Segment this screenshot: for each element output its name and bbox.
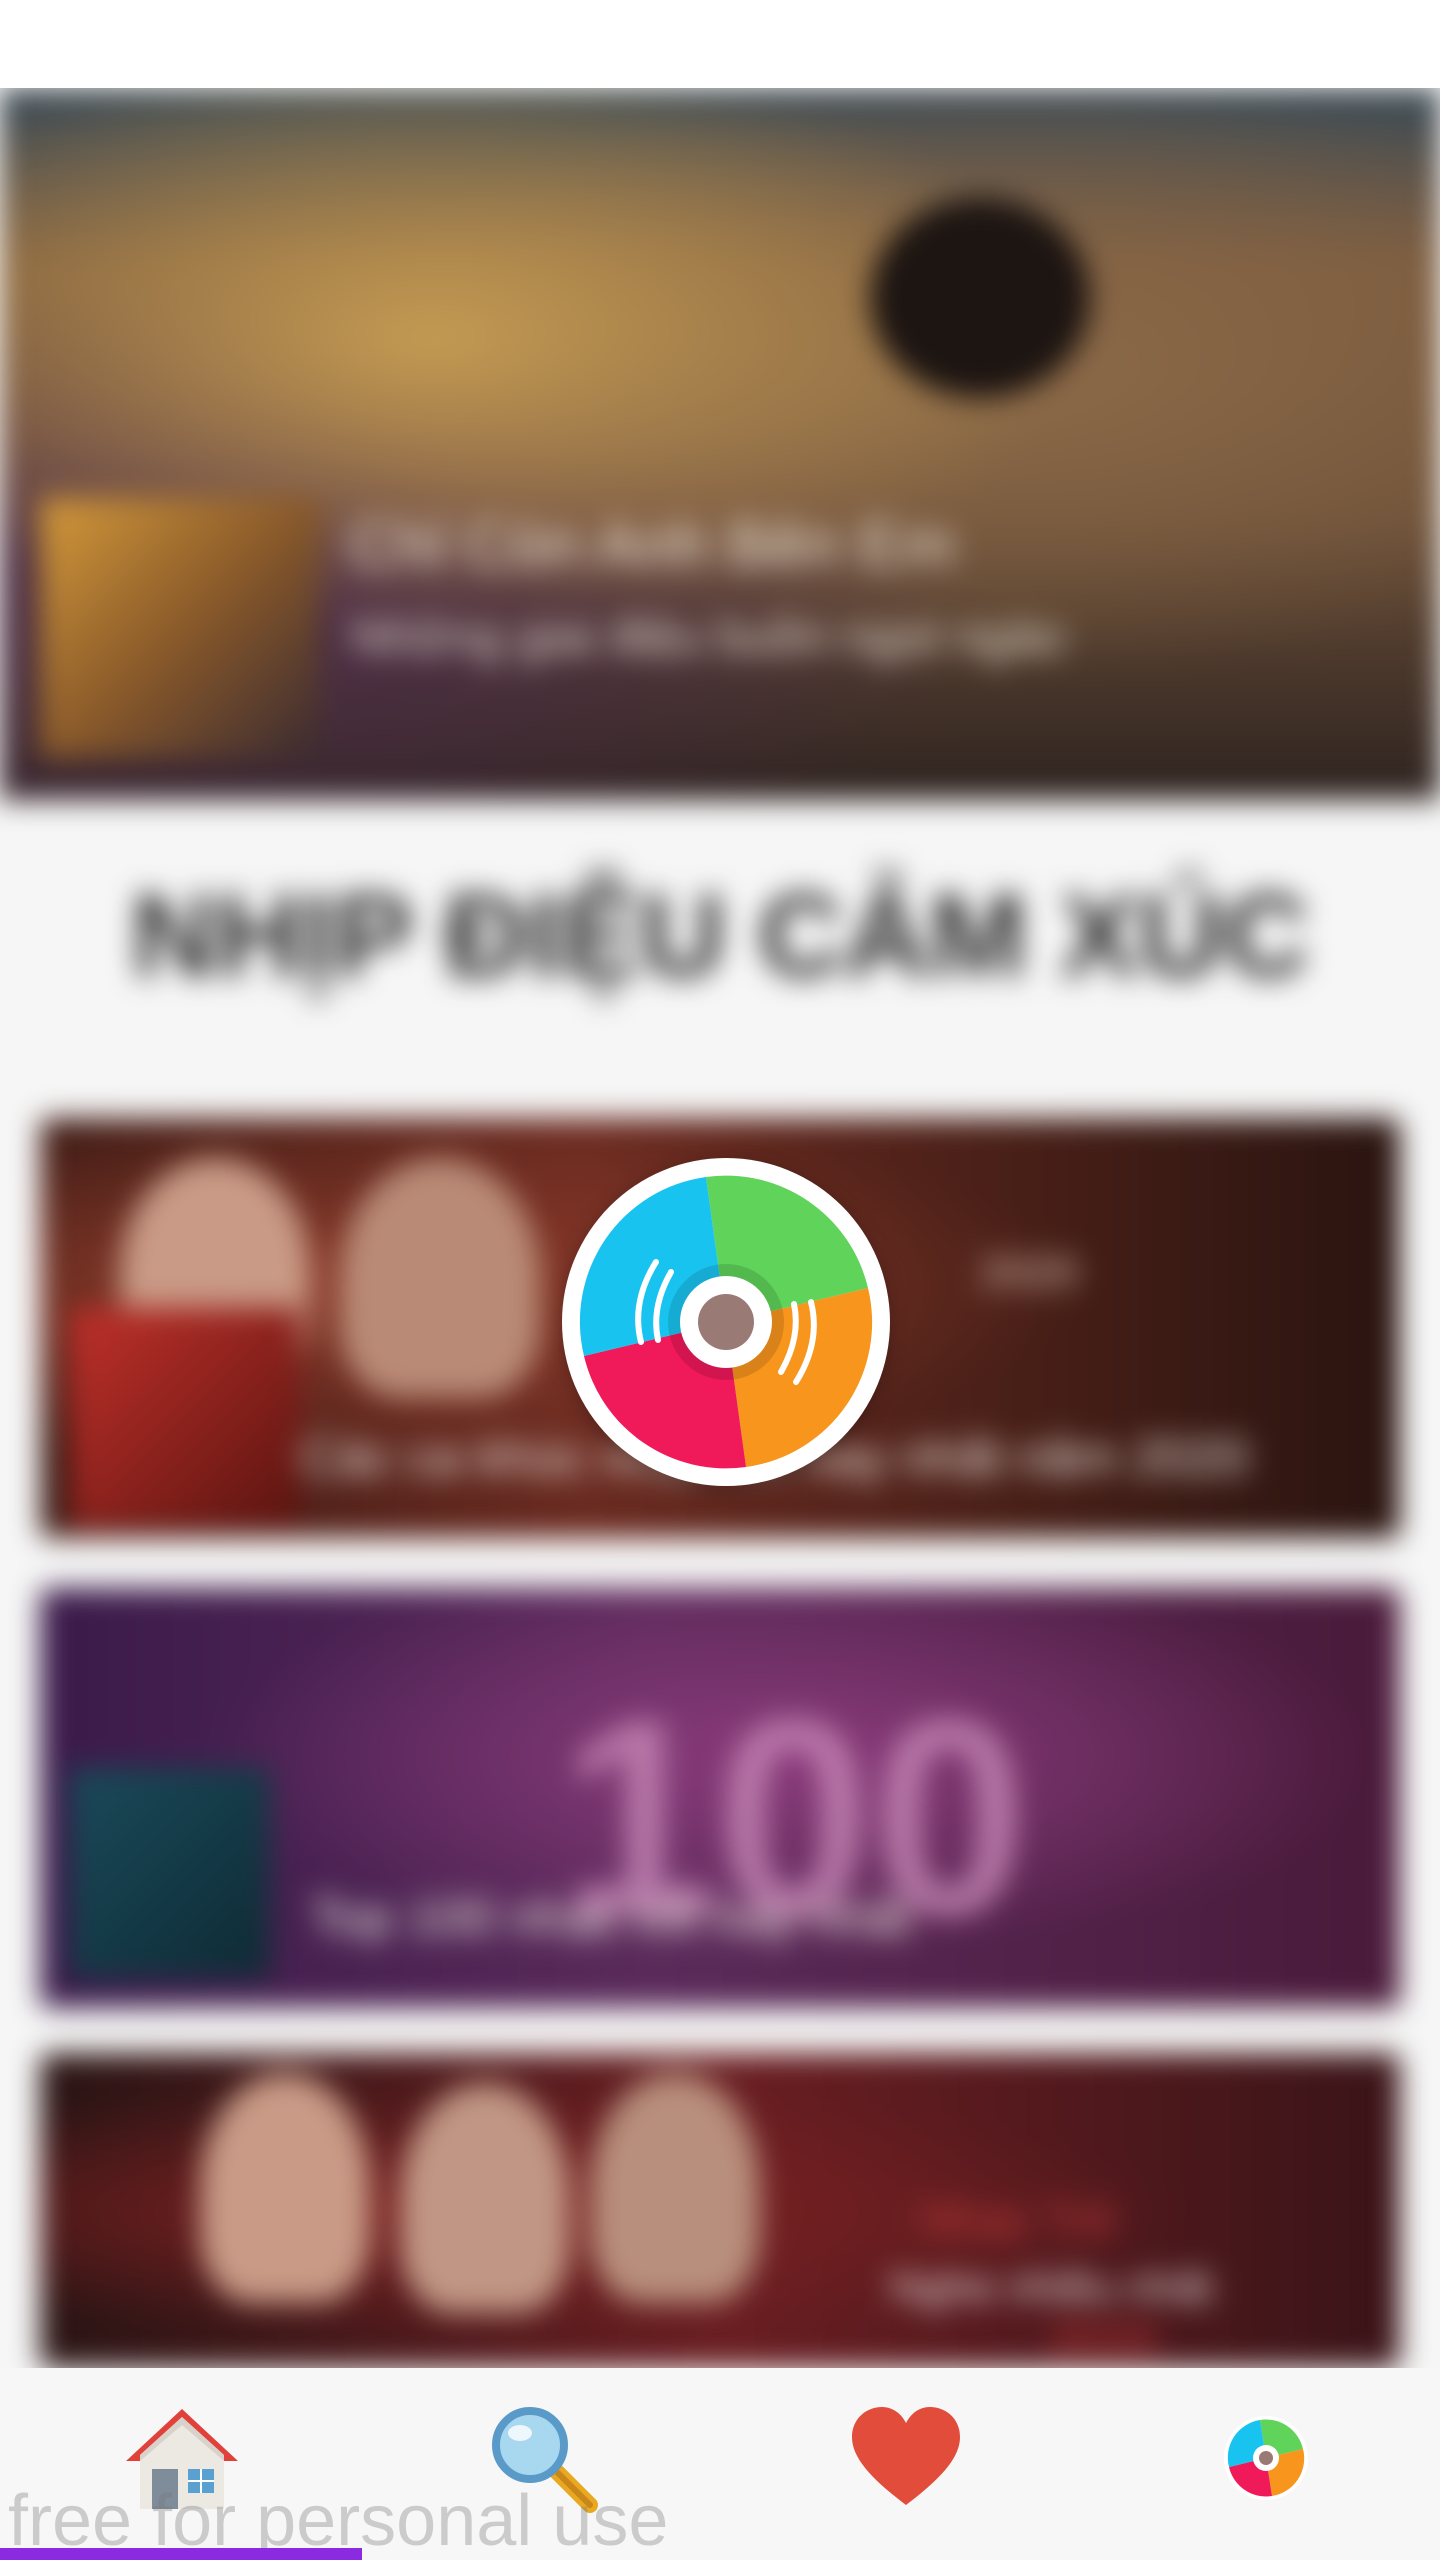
card-red-text: Nhạc Trẻ bbox=[920, 2194, 1115, 2247]
loading-spinner bbox=[562, 1158, 890, 1486]
main-content: Chỉ Còn Anh Bên Em Những giai điệu buồn … bbox=[0, 88, 1440, 2368]
artist-photo bbox=[200, 2073, 370, 2303]
section-heading: NHỊP ĐIỆU CẢM XÚC bbox=[131, 870, 1309, 1002]
hero-subtitle: Những giai điệu buồn ngọt ngào bbox=[350, 609, 1065, 665]
playlist-card[interactable]: Nhạc Trẻ Nghe nhiều nhất 2020 bbox=[40, 2053, 1400, 2368]
artist-photo bbox=[400, 2083, 570, 2313]
artist-photo bbox=[340, 1158, 540, 1398]
heart-icon bbox=[852, 2407, 960, 2505]
playlist-card[interactable]: 100 Top 100 nhạc trẻ hay nhất bbox=[40, 1588, 1400, 2008]
hero-thumbnail bbox=[40, 498, 320, 758]
card-tag: 2020 bbox=[980, 1248, 1078, 1297]
nav-app[interactable] bbox=[1196, 2398, 1336, 2518]
card-thumbnail bbox=[70, 1308, 300, 1528]
hero-title: Chỉ Còn Anh Bên Em bbox=[350, 509, 955, 581]
card-caption: Top 100 nhạc trẻ hay nhất bbox=[310, 1889, 912, 1947]
active-tab-indicator bbox=[0, 2548, 362, 2560]
card-subtext: Nghe nhiều nhất bbox=[890, 2263, 1213, 2312]
status-bar bbox=[0, 0, 1440, 88]
disc-loading-icon bbox=[579, 1175, 873, 1469]
hero-figure bbox=[870, 198, 1090, 398]
hero-banner[interactable]: Chỉ Còn Anh Bên Em Những giai điệu buồn … bbox=[0, 88, 1440, 800]
disc-app-icon bbox=[1224, 2416, 1308, 2500]
card-year: 2020 bbox=[1050, 2314, 1157, 2367]
artist-photo bbox=[590, 2073, 760, 2303]
card-thumbnail bbox=[70, 1768, 270, 1978]
nav-favorites[interactable] bbox=[836, 2398, 976, 2518]
